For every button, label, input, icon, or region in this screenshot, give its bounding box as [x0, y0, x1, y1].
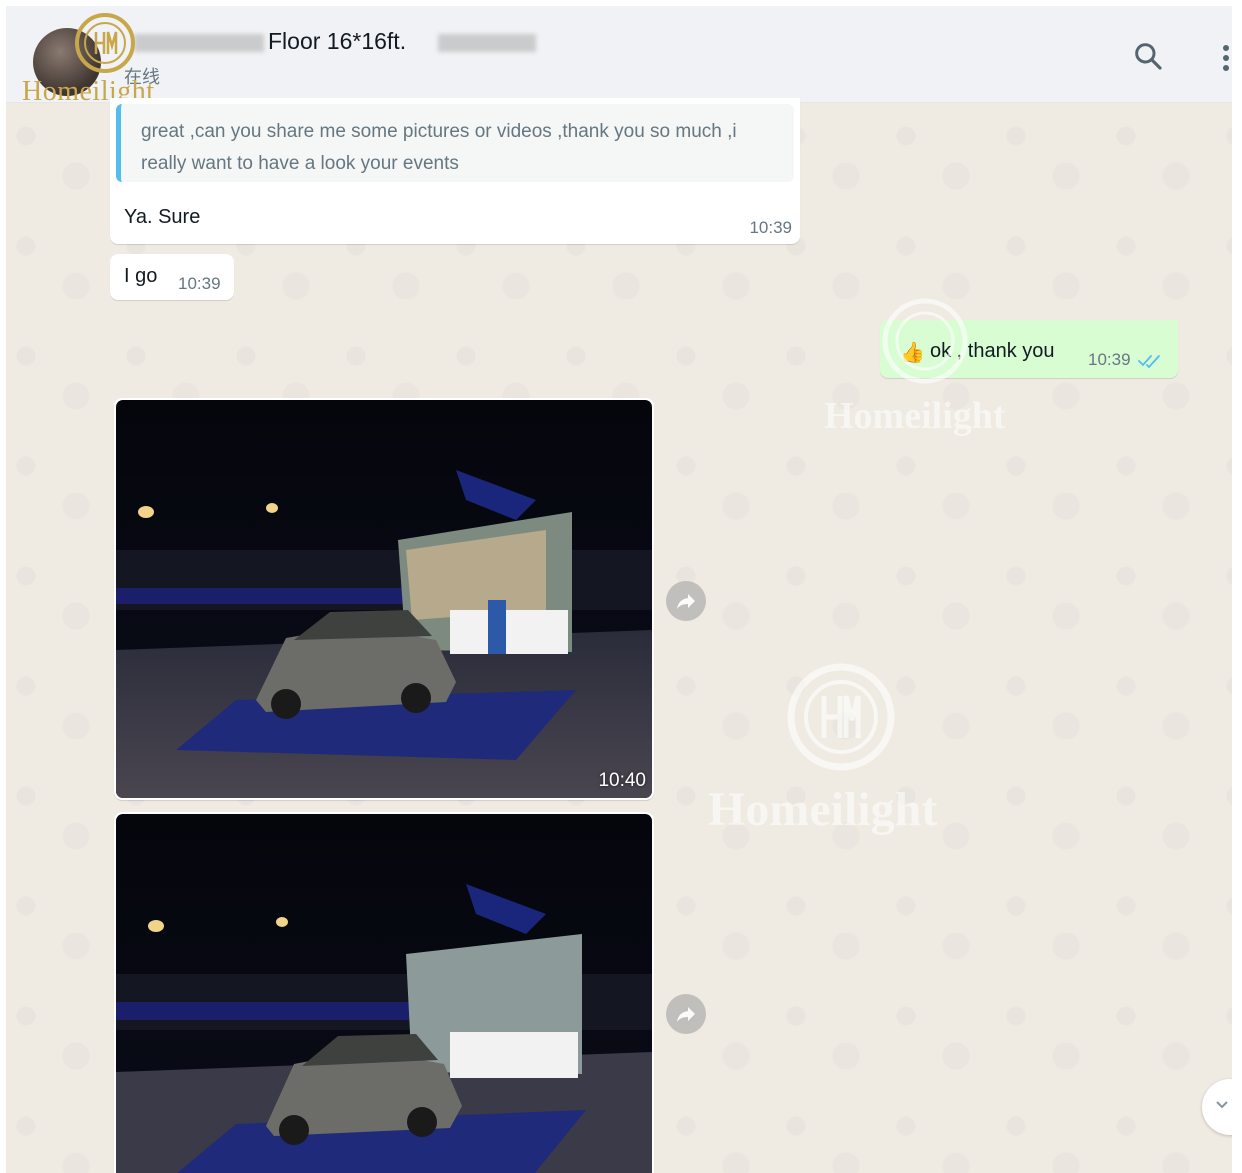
watermark-text: Homeilight	[824, 395, 1006, 437]
message-time: 10:39	[178, 274, 221, 293]
chevron-down-icon	[1216, 1101, 1228, 1109]
watermark-text: Homeilight	[708, 783, 938, 836]
event-photo[interactable]	[116, 814, 652, 1173]
scroll-down-button[interactable]	[1202, 1079, 1232, 1135]
message-text: Ya. Sure	[124, 206, 201, 228]
homeilight-logo	[75, 13, 135, 73]
message-text: ok , thank you	[930, 340, 1055, 362]
chat-window: Floor 16*16ft. 在线 Homeilight great ,can …	[6, 6, 1232, 1173]
event-photo[interactable]	[116, 400, 652, 798]
watermark-logo	[787, 663, 895, 771]
outgoing-message-bubble[interactable]: 👍 ok , thank you 10:39	[880, 320, 1178, 378]
double-check-icon	[1138, 355, 1160, 368]
image-message[interactable]	[114, 812, 654, 1173]
image-message[interactable]: 10:40	[114, 398, 654, 800]
redacted-name-part	[134, 34, 264, 52]
search-icon[interactable]	[1132, 40, 1164, 72]
quoted-text: great ,can you share me some pictures or…	[141, 121, 737, 174]
emoji-thumbs-up: 👍	[900, 342, 925, 364]
incoming-reply-bubble[interactable]: great ,can you share me some pictures or…	[110, 98, 800, 244]
incoming-message-bubble[interactable]: I go 10:39	[110, 254, 234, 300]
chat-header: Floor 16*16ft. 在线 Homeilight	[6, 6, 1232, 107]
menu-icon[interactable]	[1220, 42, 1232, 74]
redacted-name-part	[438, 34, 536, 52]
forward-button[interactable]	[666, 581, 706, 621]
message-text: I go	[124, 265, 158, 287]
forward-icon	[677, 1007, 695, 1022]
image-time: 10:40	[598, 770, 646, 791]
forward-button[interactable]	[666, 994, 706, 1034]
message-time: 10:39	[1088, 350, 1131, 369]
forward-icon	[677, 594, 695, 609]
message-time: 10:39	[749, 218, 792, 237]
quoted-message[interactable]: great ,can you share me some pictures or…	[116, 104, 794, 182]
contact-name[interactable]: Floor 16*16ft.	[268, 28, 406, 55]
